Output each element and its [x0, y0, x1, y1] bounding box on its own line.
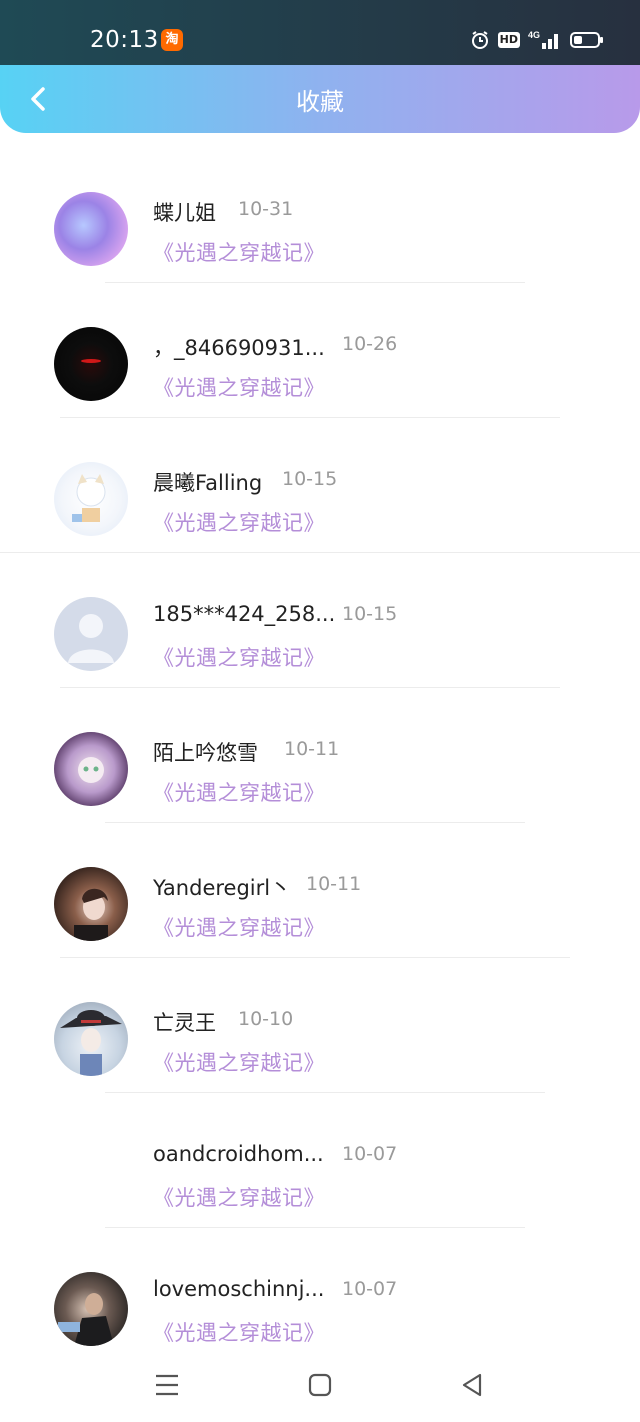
- user-name[interactable]: Yanderegirl丶: [153, 872, 291, 902]
- user-name[interactable]: 亡灵王: [153, 1007, 216, 1037]
- user-name[interactable]: 晨曦Falling: [153, 467, 262, 497]
- favorites-list: 蝶儿姐 10-31 《光遇之穿越记》 ，_846690931... 10-26 …: [0, 148, 640, 1363]
- header-bar: 收藏: [0, 65, 640, 133]
- story-title[interactable]: 《光遇之穿越记》: [153, 237, 325, 267]
- hd-icon: HD: [497, 32, 520, 48]
- menu-button[interactable]: [147, 1370, 187, 1400]
- battery-icon: [570, 32, 603, 48]
- story-title[interactable]: 《光遇之穿越记》: [153, 1317, 325, 1347]
- list-item[interactable]: Yanderegirl丶 10-11 《光遇之穿越记》: [0, 823, 640, 958]
- list-item[interactable]: 陌上吟悠雪 10-11 《光遇之穿越记》: [0, 688, 640, 823]
- list-item[interactable]: oandcroidhom... 10-07 《光遇之穿越记》: [0, 1093, 640, 1228]
- favorite-date: 10-07: [342, 1278, 398, 1300]
- system-nav-bar: [0, 1352, 640, 1422]
- list-item[interactable]: 晨曦Falling 10-15 《光遇之穿越记》: [0, 418, 640, 553]
- favorite-date: 10-15: [282, 468, 338, 490]
- avatar[interactable]: [54, 597, 128, 671]
- status-time: 20:13: [90, 27, 159, 53]
- user-name[interactable]: 陌上吟悠雪: [153, 737, 258, 767]
- user-name[interactable]: oandcroidhom...: [153, 1142, 324, 1166]
- avatar[interactable]: [54, 1137, 128, 1211]
- list-item[interactable]: 蝶儿姐 10-31 《光遇之穿越记》: [0, 148, 640, 283]
- avatar[interactable]: [54, 327, 128, 401]
- user-name[interactable]: 蝶儿姐: [153, 197, 216, 227]
- favorite-date: 10-07: [342, 1143, 398, 1165]
- user-name[interactable]: ，_846690931...: [153, 332, 325, 362]
- avatar[interactable]: [54, 192, 128, 266]
- favorite-date: 10-11: [306, 873, 362, 895]
- page-title: 收藏: [296, 88, 344, 116]
- avatar[interactable]: [54, 867, 128, 941]
- avatar[interactable]: [54, 462, 128, 536]
- home-button[interactable]: [300, 1370, 340, 1400]
- avatar[interactable]: [54, 1272, 128, 1346]
- story-title[interactable]: 《光遇之穿越记》: [153, 1047, 325, 1077]
- story-title[interactable]: 《光遇之穿越记》: [153, 642, 325, 672]
- story-title[interactable]: 《光遇之穿越记》: [153, 372, 325, 402]
- default-avatar-icon: [68, 614, 114, 663]
- story-title[interactable]: 《光遇之穿越记》: [153, 1182, 325, 1212]
- list-item[interactable]: lovemoschinnj... 10-07 《光遇之穿越记》: [0, 1228, 640, 1363]
- user-name[interactable]: 185***424_258...: [153, 602, 335, 626]
- menu-icon: [156, 1374, 178, 1396]
- list-item[interactable]: 亡灵王 10-10 《光遇之穿越记》: [0, 958, 640, 1093]
- favorite-date: 10-10: [238, 1008, 294, 1030]
- user-name[interactable]: lovemoschinnj...: [153, 1277, 324, 1301]
- favorite-date: 10-15: [342, 603, 398, 625]
- status-icons: HD 4G: [470, 28, 603, 52]
- signal-icon: 4G: [528, 29, 562, 51]
- list-item[interactable]: 185***424_258... 10-15 《光遇之穿越记》: [0, 553, 640, 688]
- story-title[interactable]: 《光遇之穿越记》: [153, 507, 325, 537]
- back-icon: [462, 1373, 482, 1397]
- favorite-date: 10-26: [342, 333, 398, 355]
- alarm-icon: [470, 30, 490, 50]
- avatar[interactable]: [54, 732, 128, 806]
- favorite-date: 10-31: [238, 198, 294, 220]
- home-icon: [308, 1373, 332, 1397]
- network-type-label: 4G: [528, 30, 540, 40]
- taobao-notification-icon: 淘: [161, 29, 183, 51]
- avatar[interactable]: [54, 1002, 128, 1076]
- nav-back-button[interactable]: [452, 1370, 492, 1400]
- story-title[interactable]: 《光遇之穿越记》: [153, 777, 325, 807]
- story-title[interactable]: 《光遇之穿越记》: [153, 912, 325, 942]
- favorite-date: 10-11: [284, 738, 340, 760]
- list-item[interactable]: ，_846690931... 10-26 《光遇之穿越记》: [0, 283, 640, 418]
